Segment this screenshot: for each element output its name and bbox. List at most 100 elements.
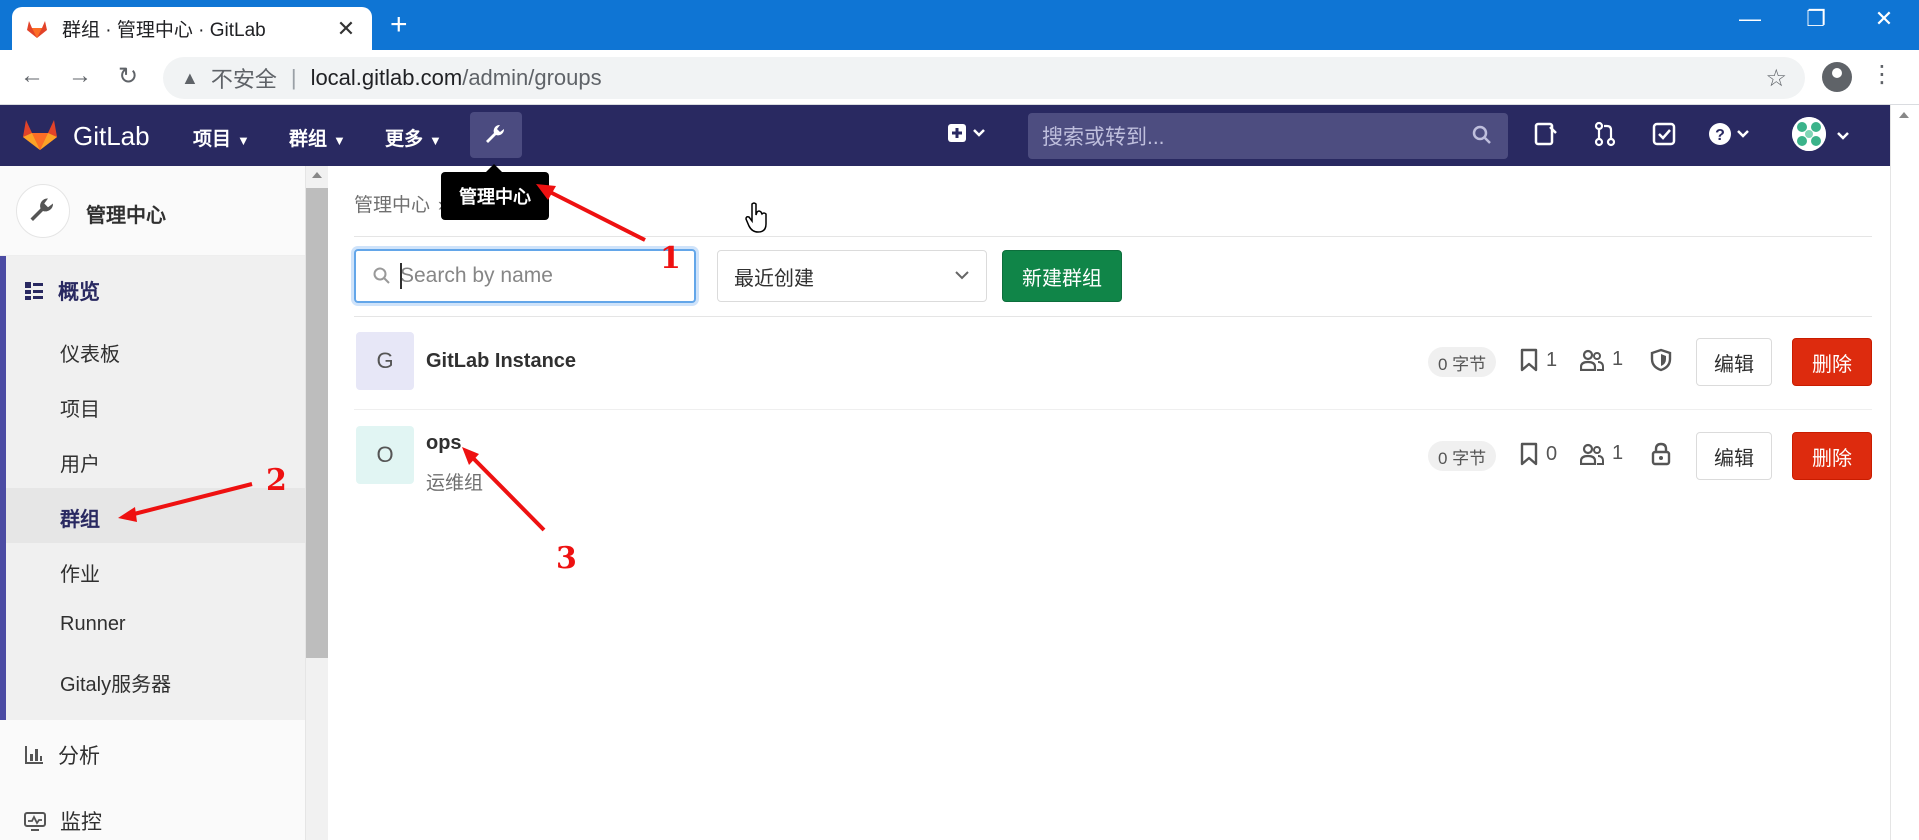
- breadcrumb-admin[interactable]: 管理中心: [354, 195, 430, 216]
- bookmark-star-icon[interactable]: ☆: [1765, 64, 1787, 93]
- search-placeholder: Search by name: [400, 264, 553, 287]
- gitlab-logo-icon[interactable]: [22, 117, 58, 151]
- sidebar-item-projects[interactable]: 项目: [60, 393, 100, 422]
- menu-more[interactable]: 更多 ▼: [385, 124, 442, 151]
- text-cursor: [400, 263, 402, 289]
- gitlab-navbar: GitLab 项目 ▼ 群组 ▼ 更多 ▼ 搜索或转到... ?: [0, 105, 1890, 166]
- avatar-chevron-icon[interactable]: [1836, 131, 1850, 141]
- members-count: 1: [1580, 348, 1623, 371]
- lock-icon: [1651, 442, 1671, 466]
- sort-selected-value: 最近创建: [734, 267, 814, 290]
- help-icon[interactable]: ?: [1708, 121, 1752, 147]
- admin-sidebar: 管理中心 概览 仪表板 项目 用户 群组 作业 Runner Gitaly服务器…: [0, 166, 306, 840]
- todo-icon[interactable]: [1651, 121, 1677, 147]
- search-icon: [373, 267, 390, 284]
- window-close-icon[interactable]: ✕: [1864, 6, 1904, 32]
- back-icon[interactable]: ←: [16, 62, 48, 90]
- sidebar-scrollbar-thumb[interactable]: [306, 188, 328, 658]
- users-icon: [1580, 443, 1604, 465]
- projects-count: 1: [1520, 348, 1557, 372]
- sort-dropdown[interactable]: 最近创建: [717, 250, 987, 302]
- url-input[interactable]: ▲ 不安全 | local.gitlab.com /admin/groups ☆: [163, 57, 1805, 99]
- users-icon: [1580, 349, 1604, 371]
- tab-close-icon[interactable]: ✕: [334, 16, 358, 42]
- sidebar-item-overview[interactable]: 概览: [24, 276, 100, 306]
- insecure-label: 不安全: [210, 67, 277, 92]
- bookmark-icon: [1520, 442, 1538, 466]
- minimize-icon[interactable]: —: [1730, 6, 1770, 32]
- wrench-icon: [486, 124, 505, 143]
- search-icon: [1472, 125, 1491, 144]
- analytics-icon: [25, 746, 43, 764]
- warning-icon: ▲: [181, 67, 199, 88]
- issues-icon[interactable]: [1532, 121, 1558, 147]
- divider: [354, 316, 1872, 317]
- user-avatar[interactable]: [1792, 117, 1826, 151]
- group-avatar[interactable]: G: [356, 332, 414, 390]
- sidebar-title: 管理中心: [86, 205, 166, 227]
- hand-cursor-icon: [745, 202, 767, 233]
- merge-requests-icon[interactable]: [1592, 121, 1618, 147]
- restore-icon[interactable]: ❐: [1796, 6, 1836, 32]
- admin-tooltip: 管理中心: [441, 164, 549, 220]
- storage-size-badge: 0 字节: [1428, 441, 1497, 471]
- browser-tab[interactable]: 群组 · 管理中心 · GitLab ✕: [12, 7, 372, 50]
- edit-group-button[interactable]: 编辑: [1696, 338, 1772, 386]
- sidebar-item-jobs[interactable]: 作业: [60, 558, 100, 587]
- gitlab-brand[interactable]: GitLab: [73, 121, 150, 152]
- shield-icon: [1650, 348, 1672, 372]
- sidebar-item-dashboard[interactable]: 仪表板: [60, 338, 120, 367]
- url-separator: |: [290, 65, 297, 90]
- delete-group-button[interactable]: 删除: [1792, 432, 1872, 480]
- annotation-label-3: 3: [556, 541, 577, 576]
- annotation-arrow-1: [536, 184, 646, 242]
- address-bar: ← → ↻ ▲ 不安全 | local.gitlab.com /admin/gr…: [0, 50, 1919, 105]
- chevron-down-icon: [955, 271, 969, 280]
- sidebar-item-gitaly-servers[interactable]: Gitaly服务器: [60, 668, 171, 697]
- group-row: G GitLab Instance 0 字节 1 1 编辑 删除: [354, 332, 1872, 392]
- scroll-up-icon[interactable]: [1899, 112, 1909, 118]
- bookmark-icon: [1520, 348, 1538, 372]
- projects-count: 0: [1520, 442, 1557, 466]
- storage-size-badge: 0 字节: [1428, 347, 1497, 377]
- monitor-icon: [24, 812, 46, 831]
- menu-projects[interactable]: 项目 ▼: [193, 124, 250, 151]
- new-tab-icon[interactable]: +: [390, 10, 408, 40]
- url-host: local.gitlab.com: [310, 65, 463, 90]
- browser-tab-bar: 群组 · 管理中心 · GitLab ✕ + — ❐ ✕: [0, 0, 1919, 50]
- group-description: 运维组: [426, 473, 484, 494]
- tab-title: 群组 · 管理中心 · GitLab: [62, 20, 266, 41]
- group-search-input[interactable]: Search by name: [354, 249, 696, 303]
- members-count: 1: [1580, 442, 1623, 465]
- profile-icon[interactable]: [1822, 62, 1852, 92]
- edit-group-button[interactable]: 编辑: [1696, 432, 1772, 480]
- global-search-input[interactable]: 搜索或转到...: [1028, 113, 1508, 159]
- sidebar-header[interactable]: 管理中心: [0, 166, 305, 256]
- sidebar-active-highlight: [6, 488, 305, 543]
- overview-icon: [25, 282, 43, 300]
- url-path: /admin/groups: [462, 65, 602, 90]
- page-scrollbar[interactable]: [1890, 105, 1919, 840]
- group-avatar[interactable]: O: [356, 426, 414, 484]
- group-name[interactable]: GitLab Instance: [426, 350, 576, 373]
- create-new-icon[interactable]: [948, 122, 986, 150]
- sidebar-item-monitoring[interactable]: 监控: [24, 806, 102, 836]
- admin-area-button[interactable]: [470, 112, 522, 158]
- group-row: O ops 运维组 0 字节 0 1 编辑 删除: [354, 426, 1872, 494]
- new-group-button[interactable]: 新建群组: [1002, 250, 1122, 302]
- reload-icon[interactable]: ↻: [112, 62, 144, 91]
- svg-text:?: ?: [1715, 127, 1725, 144]
- sidebar-item-runners[interactable]: Runner: [60, 613, 126, 636]
- sidebar-item-users[interactable]: 用户: [60, 448, 100, 477]
- gitlab-favicon-icon: [27, 20, 47, 38]
- forward-icon[interactable]: →: [64, 62, 96, 90]
- sidebar-item-analytics[interactable]: 分析: [24, 740, 100, 770]
- sidebar-item-groups[interactable]: 群组: [60, 503, 100, 532]
- delete-group-button[interactable]: 删除: [1792, 338, 1872, 386]
- menu-groups[interactable]: 群组 ▼: [289, 124, 346, 151]
- search-placeholder: 搜索或转到...: [1042, 126, 1165, 149]
- group-name[interactable]: ops: [426, 432, 462, 455]
- sidebar-scroll-up-icon[interactable]: [312, 172, 322, 178]
- browser-menu-icon[interactable]: ⋮: [1870, 60, 1894, 89]
- admin-wrench-icon: [16, 184, 70, 238]
